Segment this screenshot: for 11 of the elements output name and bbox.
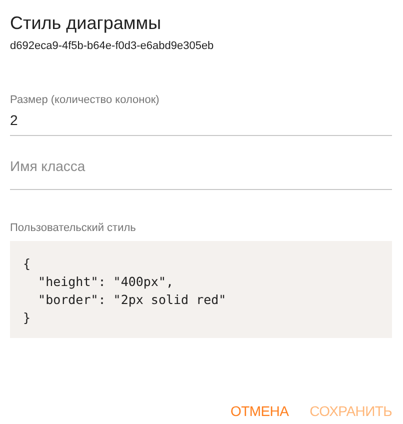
field-label: Размер (количество колонок) bbox=[10, 92, 160, 106]
code-editor[interactable]: { "height": "400px", "border": "2px solid red" } bbox=[10, 241, 392, 338]
class-name-field[interactable]: Имя класса bbox=[10, 154, 392, 190]
code-line: "border": "2px solid red" bbox=[37, 291, 226, 309]
dialog-title: Стиль диаграммы bbox=[10, 12, 162, 34]
code-line: } bbox=[23, 309, 31, 327]
field-label: Пользовательский стиль bbox=[10, 220, 137, 236]
code-line: { bbox=[23, 255, 31, 273]
code-line: "height": "400px", bbox=[37, 273, 174, 291]
dialog-subtitle: d692eca9-4f5b-b64e-f0d3-e6abd9e305eb bbox=[10, 39, 215, 54]
size-field[interactable]: 2 bbox=[10, 110, 392, 136]
